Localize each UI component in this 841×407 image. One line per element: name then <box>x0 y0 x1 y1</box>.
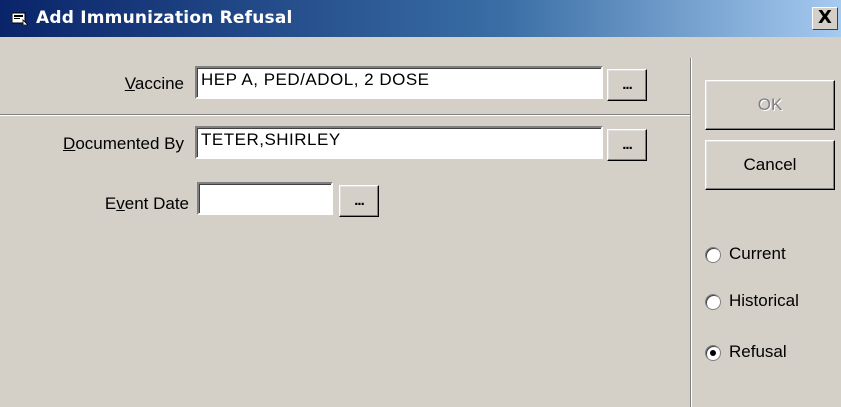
event-date-field[interactable] <box>197 182 333 215</box>
app-icon <box>12 12 28 25</box>
event-date-label: Event Date <box>104 194 189 213</box>
radio-button[interactable] <box>705 294 721 310</box>
radio-refusal-label: Refusal <box>729 342 787 361</box>
cancel-button[interactable]: Cancel <box>705 140 835 190</box>
close-button[interactable]: X <box>812 7 838 30</box>
radio-current-label: Current <box>729 244 786 263</box>
documented-by-label: Documented By <box>63 134 184 153</box>
vaccine-label: Vaccine <box>124 74 184 93</box>
window-title: Add Immunization Refusal <box>36 8 293 28</box>
separator-vertical <box>690 58 692 407</box>
radio-button[interactable] <box>705 345 721 361</box>
radio-historical-label: Historical <box>729 291 799 310</box>
event-date-browse-button[interactable]: ... <box>339 185 379 217</box>
vaccine-field[interactable]: HEP A, PED/ADOL, 2 DOSE <box>195 66 603 99</box>
ok-button[interactable]: OK <box>705 80 835 130</box>
documented-by-browse-button[interactable]: ... <box>607 129 647 161</box>
radio-selected-dot <box>710 350 716 356</box>
vaccine-browse-button[interactable]: ... <box>607 69 647 101</box>
title-bar: Add Immunization Refusal X <box>0 0 841 37</box>
documented-by-field[interactable]: TETER,SHIRLEY <box>195 126 603 159</box>
radio-button[interactable] <box>705 247 721 263</box>
separator-horizontal <box>0 114 692 116</box>
